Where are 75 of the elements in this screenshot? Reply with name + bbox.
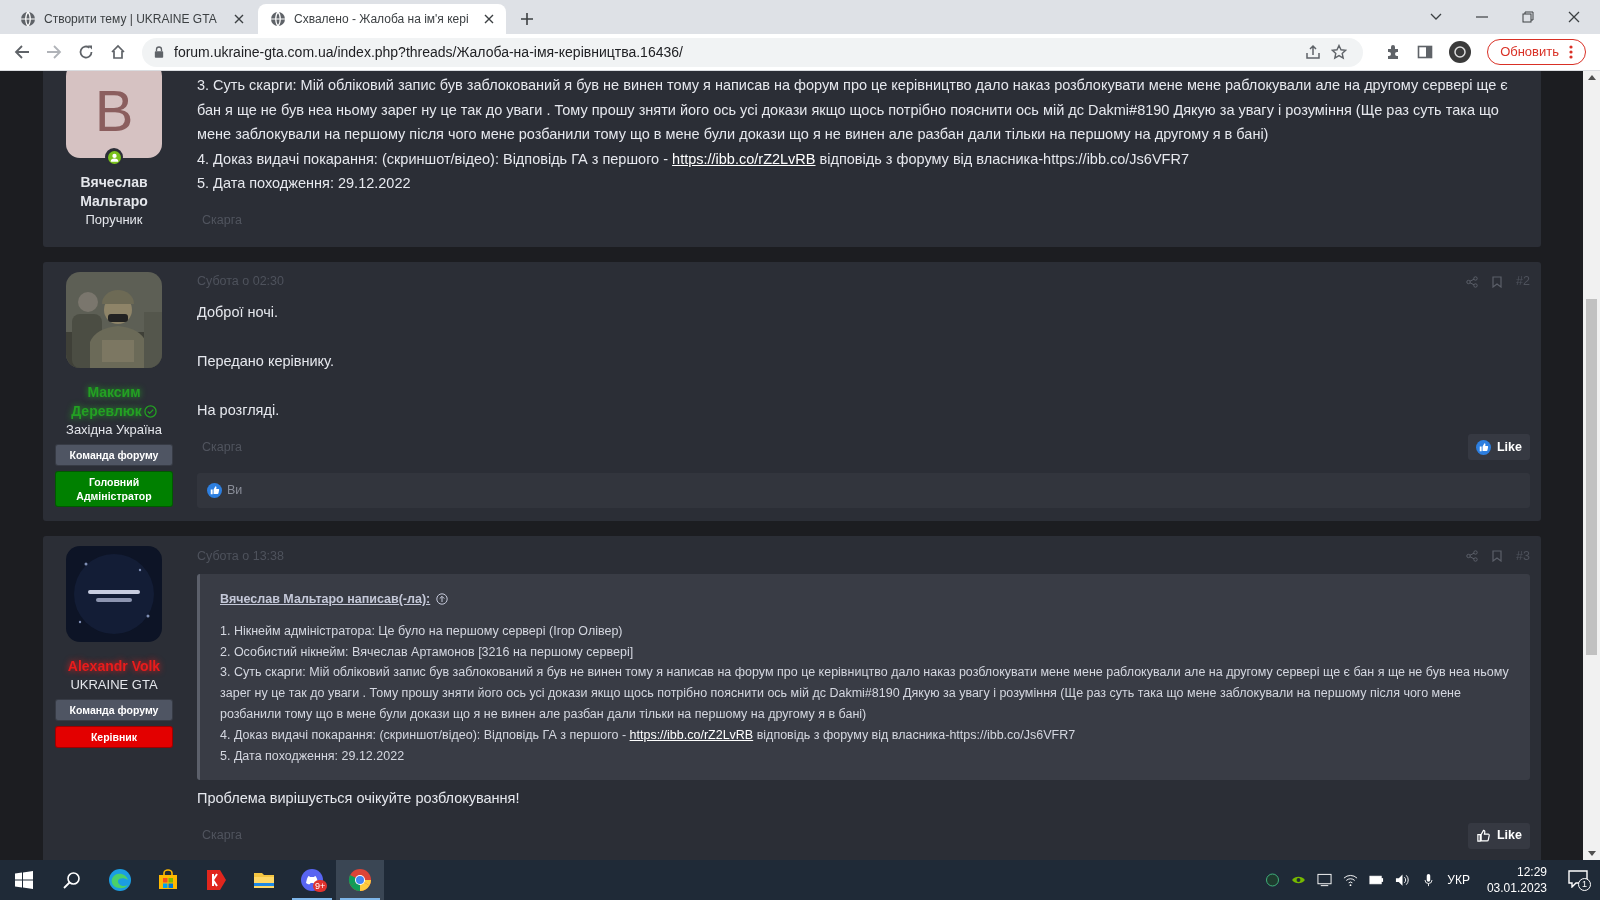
taskbar-button[interactable]: 9+ — [288, 860, 336, 900]
user-badge: Головний Адміністратор — [55, 470, 173, 507]
close-icon[interactable] — [1568, 11, 1580, 23]
store-app-icon — [156, 868, 180, 892]
link[interactable]: https://ibb.co/rZ2LvRB — [672, 150, 816, 167]
user-badge: Команда форуму — [55, 443, 173, 466]
scrollbar-thumb[interactable] — [1586, 299, 1597, 655]
new-tab-icon[interactable] — [520, 12, 534, 26]
link[interactable]: https://ibb.co/rZ2LvRB — [629, 727, 754, 742]
menu-icon[interactable] — [1569, 45, 1573, 59]
post-text: Передано керівнику. — [197, 351, 335, 371]
profile-avatar[interactable] — [1449, 41, 1472, 63]
quote-text: 2. Особистий нікнейм: Вячеслав Артамонов [3216 на першому сервері] — [220, 643, 635, 661]
thumbs-up-icon — [1476, 828, 1491, 844]
scrollbar[interactable] — [1583, 71, 1600, 860]
like-button[interactable]: Like — [1468, 822, 1530, 849]
clock-date[interactable]: 03.01.2023 — [1486, 880, 1547, 896]
star-icon[interactable] — [1331, 44, 1348, 60]
tray-app-icon[interactable] — [1265, 873, 1281, 887]
username[interactable]: Alexandr Volk — [54, 657, 174, 676]
notification-count: 1 — [1578, 878, 1591, 891]
taskbar-button[interactable] — [336, 860, 384, 900]
quote-author-link[interactable]: Вячеслав Мальтаро написав(-ла): — [220, 590, 431, 609]
post-text: На розгляді. — [197, 400, 281, 420]
wifi-icon[interactable] — [1343, 873, 1359, 887]
scroll-up-icon[interactable] — [1587, 75, 1596, 80]
windows-start-icon — [15, 871, 33, 889]
globe-icon — [270, 11, 286, 27]
share-icon[interactable] — [1305, 44, 1322, 60]
post-text: Доброї ночі. — [197, 302, 280, 322]
thumbs-up-icon — [1476, 439, 1491, 455]
quote-text: 3. Суть скарги: Мій обліковий запис був заблокований я був не винен тому я написав на форум про це керівництво дало наказ розблокувати мене мене раблокували але на другому сервері ще є бан я ще не був неа ньому зарег ну це так до уваги . Тому прошу зняти його ось усі докази якщо щось потрібно пояснити ось мій дс Dakmi#8190 Дякую за увагу і розуміння (Ще раз суть така що мене заблокували на першому після чого мене розбанили тому що в мене були докази що я не винен але разбан дали тільки на першому на другому я в бані) — [220, 664, 1510, 723]
browser-tab[interactable]: Схвалено - Жалоба на ім'я кері — [258, 4, 506, 34]
like-button[interactable]: Like — [1468, 434, 1530, 460]
search-icon — [63, 871, 81, 889]
notifications-icon[interactable] — [1568, 870, 1588, 888]
restore-icon[interactable] — [1522, 11, 1534, 23]
username[interactable]: Вячеслав Мальтаро — [54, 173, 174, 211]
tab-search-icon[interactable] — [1430, 13, 1442, 21]
post-text: 5. Дата походження: 29.12.2022 — [197, 174, 412, 193]
reload-icon[interactable] — [78, 44, 94, 60]
user-title: Поручник — [85, 211, 143, 229]
address-bar[interactable]: forum.ukraine-gta.com.ua/index.php?threads/Жалоба-на-імя-керівництва.16436/ — [142, 37, 1364, 67]
lock-icon — [154, 46, 164, 58]
tab-title: Створити тему | UKRAINE GTA — [44, 11, 218, 28]
reactions-text[interactable]: Ви — [227, 481, 243, 500]
user-title: Західна Україна — [66, 420, 162, 439]
user-badge: Керівник — [55, 726, 173, 748]
url-text: forum.ukraine-gta.com.ua/index.php?threads/Жалоба-на-імя-керівництва.16436/ — [174, 42, 684, 62]
quote-text: 5. Дата походження: 29.12.2022 — [220, 747, 406, 765]
tab-title: Схвалено - Жалоба на ім'я кері — [294, 11, 470, 28]
language-indicator[interactable]: УКР — [1447, 871, 1470, 889]
user-title: UKRAINE GTA — [70, 676, 158, 694]
display-icon[interactable] — [1317, 873, 1333, 887]
quote-text: 1. Нікнейм адміністратора: Це було на першому сервері (Ігор Олівер) — [220, 622, 624, 640]
quote-text: 4. Доказ видачі покарання: (скриншот/відео): Відповідь ГА з першого - https://ibb.co/rZ2LvRB відповідь з форуму від власника-https://ibb.co/Js6VFR7 — [220, 726, 1077, 744]
user-badge: Команда форуму — [55, 699, 173, 721]
home-icon[interactable] — [110, 44, 126, 60]
close-icon[interactable] — [484, 14, 494, 24]
close-icon[interactable] — [234, 14, 244, 24]
battery-icon[interactable] — [1369, 873, 1385, 887]
back-icon[interactable] — [14, 44, 30, 60]
post-text: 4. Доказ видачі покарання: (скриншот/відео): Відповідь ГА з першого - https://ibb.co/rZ2LvRB відповідь з форуму від власника-https://ibb.co/Js6VFR7 — [197, 149, 1190, 169]
scroll-down-icon[interactable] — [1587, 851, 1596, 856]
globe-icon — [20, 11, 36, 27]
volume-icon[interactable] — [1395, 873, 1411, 887]
thumbs-up-icon — [207, 483, 222, 498]
clock-time[interactable]: 12:29 — [1516, 864, 1547, 880]
post-text: 3. Суть скарги: Мій обліковий запис був заблокований я був не винен тому я написав на форум про це керівництво дало наказ розблокувати мене мене раблокували але на другому сервері ще є бан я ще не був неа ньому зарег ну це так до уваги . Тому прошу зняти його ось усі докази якщо щось потрібно пояснити ось мій дс Dakmi#8190 Дякую за увагу і розуміння (Ще раз суть така що мене заблокували на першому після чого мене розбанили тому що в мене були докази що я не винен але разбан дали тільки на першому на другому я в бані) — [197, 76, 1509, 144]
notification-badge: 9+ — [313, 880, 328, 892]
side-panel-icon[interactable] — [1417, 44, 1434, 60]
post-text: Проблема вирішується очікуйте розблокування! — [197, 789, 521, 809]
username[interactable]: Максим Деревлюк — [54, 382, 174, 421]
up-arrow-icon[interactable] — [436, 593, 449, 606]
user-avatar[interactable]: B — [66, 71, 162, 158]
